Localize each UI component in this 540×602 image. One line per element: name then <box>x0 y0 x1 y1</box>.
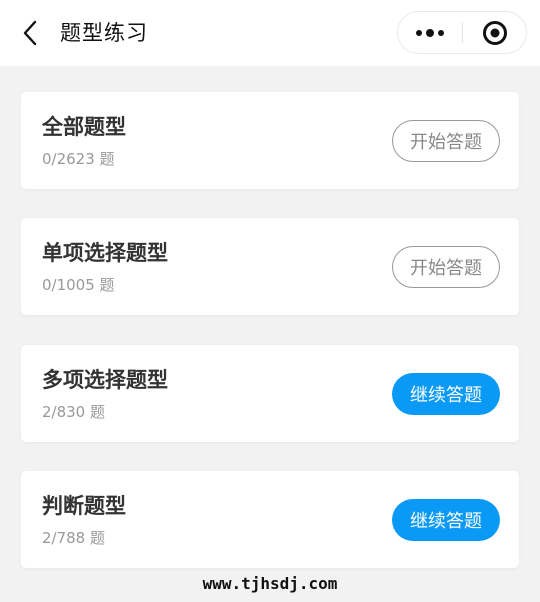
card-title: 全部题型 <box>42 115 126 139</box>
close-button[interactable] <box>463 12 527 53</box>
card-progress: 2/788 题 <box>42 529 105 547</box>
question-type-card-all[interactable]: 全部题型 0/2623 题 开始答题 <box>21 92 519 189</box>
question-type-card-single-choice[interactable]: 单项选择题型 0/1005 题 开始答题 <box>21 218 519 315</box>
card-progress: 0/2623 题 <box>42 150 115 168</box>
question-type-card-true-false[interactable]: 判断题型 2/788 题 继续答题 <box>21 471 519 568</box>
card-title: 判断题型 <box>42 494 126 518</box>
watermark-text: www.tjhsdj.com <box>202 574 338 593</box>
start-answer-button[interactable]: 开始答题 <box>392 120 500 162</box>
card-title: 多项选择题型 <box>42 368 168 392</box>
more-button[interactable] <box>398 12 462 53</box>
navigation-bar: 题型练习 <box>0 0 540 66</box>
card-progress: 0/1005 题 <box>42 276 115 294</box>
more-dots-icon <box>416 28 444 37</box>
continue-answer-button[interactable]: 继续答题 <box>392 373 500 415</box>
page-title: 题型练习 <box>60 21 148 45</box>
target-circle-icon <box>483 20 507 45</box>
card-title: 单项选择题型 <box>42 241 168 265</box>
start-answer-button[interactable]: 开始答题 <box>392 246 500 288</box>
back-button[interactable] <box>14 17 46 49</box>
continue-answer-button[interactable]: 继续答题 <box>392 499 500 541</box>
question-type-card-multiple-choice[interactable]: 多项选择题型 2/830 题 继续答题 <box>21 345 519 442</box>
mini-program-capsule <box>397 11 527 54</box>
card-progress: 2/830 题 <box>42 403 105 421</box>
chevron-left-icon <box>23 20 37 46</box>
